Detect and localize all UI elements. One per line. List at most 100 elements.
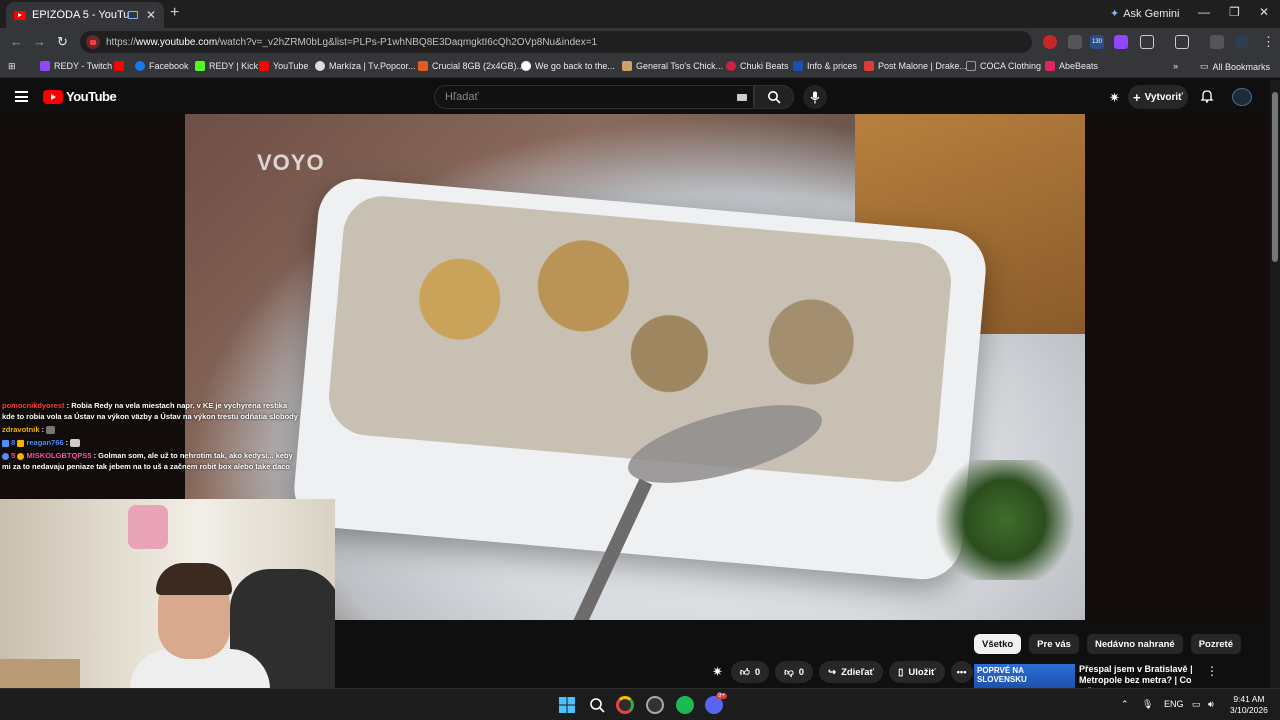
facebook-icon [135,61,145,71]
bookmarks-overflow-icon[interactable]: » [1173,61,1178,71]
dislike-button[interactable]: 👎︎ 0 [775,661,814,683]
mic-icon [810,91,820,103]
bookmark-item[interactable]: Crucial 8GB (2x4GB)... [418,61,524,71]
kick-icon [195,61,205,71]
recommended-video-menu-icon[interactable]: ⋮ [1206,664,1218,678]
scrollbar-thumb[interactable] [1272,92,1278,262]
bookmark-item[interactable] [114,61,124,71]
tab-youtube[interactable]: EPIZÓDA 5 - YouTube ✕ [6,2,164,28]
bookmark-item[interactable]: General Tso's Chick... [622,61,723,71]
create-button[interactable]: + Vytvoriť [1128,85,1188,109]
bookmark-item[interactable]: Facebook [135,61,189,71]
badge-icon [2,452,9,460]
bookmark-item[interactable]: Info & prices [793,61,857,71]
abebeats-icon [1045,61,1055,71]
tray-mic-icon[interactable]: 🎙︎ [1142,699,1153,710]
thumbs-down-icon: 👎︎ [784,667,794,678]
chip-for-you[interactable]: Pre vás [1029,634,1079,654]
tray-display-icon[interactable]: ▭ [1192,699,1201,710]
cast-tab-icon[interactable] [1175,35,1189,49]
more-actions-button[interactable]: ••• [950,661,973,683]
maximize-button[interactable]: ❐ [1229,5,1240,19]
search-button[interactable] [754,85,794,109]
badge-icon [17,452,25,460]
obs-icon[interactable] [646,696,664,714]
apps-grid-icon[interactable]: ⊞ [8,61,16,72]
search-input[interactable]: Hľadať [434,85,754,109]
thumbs-up-icon: 👍︎ [739,667,750,678]
discord-badge: 9+ [716,693,727,699]
extension-badge-icon[interactable]: 130 [1090,35,1104,49]
taskbar-search-icon[interactable] [588,696,606,714]
bookmark-label: We go back to the... [535,61,615,71]
profile-avatar-icon[interactable] [1235,35,1249,49]
cast-icon[interactable] [127,11,138,19]
chat-username: pomocnikdyorest [2,401,65,410]
forward-arrow-icon[interactable]: → [33,34,46,49]
chip-recently-uploaded[interactable]: Nedávno nahrané [1086,634,1183,654]
save-button[interactable]: ▯ Uložiť [889,661,945,683]
back-arrow-icon[interactable]: ← [10,34,23,49]
site-info-icon[interactable] [86,35,100,49]
bell-icon[interactable] [1200,89,1214,103]
bookmark-item[interactable]: REDY | Kick [195,61,258,71]
tab-close-icon[interactable]: ✕ [146,8,156,22]
minimize-button[interactable]: — [1198,5,1210,19]
bookmark-item[interactable]: REDY - Twitch [40,61,112,71]
bookmark-item[interactable]: Post Malone | Drake... [864,61,967,71]
chip-all[interactable]: Všetko [974,634,1022,654]
clock-date: 3/10/2026 [1230,705,1268,715]
share-button[interactable]: ↪ Zdieľať [819,661,884,683]
recommended-video-thumbnail[interactable]: POPRVÉ NA SLOVENSKU [974,664,1075,690]
menu-hamburger-icon[interactable] [15,91,28,102]
gear-icon[interactable]: ✷ [1109,90,1120,106]
plus-icon: + [1133,89,1141,105]
tray-overflow-icon[interactable]: ⌃ [1121,699,1129,710]
chat-username: reagan766 [26,438,64,447]
extension-twitch-icon[interactable] [1114,35,1128,49]
bookmark-item[interactable]: We go back to the... [521,61,615,71]
avatar[interactable] [1232,88,1252,106]
gear-icon[interactable]: ✷ [712,664,723,680]
voice-search-button[interactable] [803,85,827,109]
extension-red-icon[interactable] [1043,35,1057,49]
keyboard-icon[interactable] [737,94,747,101]
reload-icon[interactable]: ↻ [57,34,68,50]
new-tab-button[interactable]: + [170,4,179,22]
like-button[interactable]: 👍︎ 0 [730,661,770,683]
extension-badge-count: 130 [1091,39,1102,45]
bookmark-label: REDY | Kick [209,61,259,71]
extensions-puzzle-icon[interactable] [1140,35,1154,49]
bookmark-item[interactable]: Chuki Beats [726,61,789,71]
bookmark-item[interactable]: Markíza | Tv.Popcor... [315,61,416,71]
bookmark-icon: ▯ [898,666,904,678]
spotify-icon[interactable] [676,696,694,714]
chip-watched[interactable]: Pozreté [1190,634,1242,654]
bookmark-item[interactable]: AbeBeats [1045,61,1098,71]
tray-volume-icon[interactable]: 🔊︎ [1208,699,1214,710]
bookmark-label: Chuki Beats [740,61,789,71]
share-label: Zdieľať [841,666,875,678]
bookmark-label: General Tso's Chick... [636,61,724,71]
media-queue-icon[interactable] [1210,35,1224,49]
tab-title: EPIZÓDA 5 - YouTube [32,9,128,21]
chat-text: : [41,425,45,434]
url-host: www.youtube.com [136,36,218,48]
youtube-logo[interactable]: YouTube [43,89,117,104]
page-scrollbar[interactable] [1270,80,1280,690]
extension-arrow-icon[interactable] [1068,35,1082,49]
all-bookmarks-button[interactable]: ▭ All Bookmarks [1200,61,1270,72]
chrome-icon[interactable] [616,696,634,714]
tray-language[interactable]: ENG [1164,699,1184,709]
music-icon [864,61,874,71]
ask-gemini-button[interactable]: ✦ Ask Gemini [1110,7,1179,21]
bookmark-item[interactable]: COCA Clothing [966,61,1041,71]
windows-start-icon[interactable] [558,696,576,714]
taskbar-clock[interactable]: 9:41 AM 3/10/2026 [1230,694,1268,716]
bookmark-item[interactable]: YouTube [259,61,308,71]
webcam-pink-plush [128,505,168,549]
chat-text: : [65,438,69,447]
close-window-button[interactable]: ✕ [1259,5,1269,19]
chrome-menu-icon[interactable]: ⋮ [1262,34,1275,50]
address-bar[interactable]: https://www.youtube.com/watch?v=_v2hZRM0… [80,31,1032,53]
